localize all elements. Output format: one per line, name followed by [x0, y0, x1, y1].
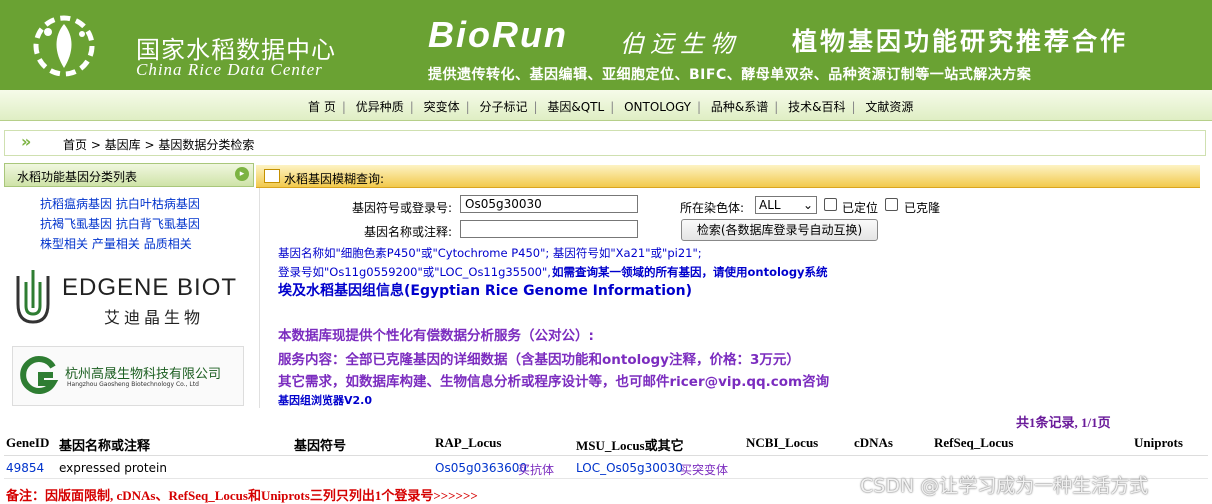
double-chevron-right-icon: » [21, 132, 32, 151]
nav-home[interactable]: 首 页 [308, 100, 336, 114]
chevron-down-icon: ⌄ [802, 198, 813, 212]
nav-separator: | [533, 100, 538, 114]
nav-mutant[interactable]: 突变体 [424, 100, 460, 114]
col-geneid[interactable]: GeneID [6, 435, 49, 451]
col-symbol[interactable]: 基因符号 [294, 435, 346, 454]
gaosheng-logo-icon [20, 356, 59, 394]
row-name: expressed protein [59, 461, 167, 475]
ad-subtitle[interactable]: 提供遗传转化、基因编辑、亚细胞定位、BIFC、酵母单双杂、品种资源订制等一站式解… [428, 64, 1031, 84]
symbol-label: 基因符号或登录号: [352, 201, 453, 215]
breadcrumb: » 首页 > 基因库 > 基因数据分类检索 [4, 130, 1206, 156]
biorun-brand[interactable]: BioRun [428, 14, 568, 56]
nav-separator: | [465, 100, 470, 114]
logo-title-en: China Rice Data Center [136, 60, 323, 79]
sidebar-link-quality[interactable]: 品质相关 [144, 237, 192, 251]
col-refseq[interactable]: RefSeq_Locus [934, 435, 1013, 451]
name-label: 基因名称或注释: [364, 225, 453, 239]
nav-tech[interactable]: 技术&百科 [788, 100, 845, 114]
nav-ontology[interactable]: ONTOLOGY [624, 100, 691, 114]
col-rap[interactable]: RAP_Locus [435, 435, 501, 451]
nav-literature[interactable]: 文献资源 [865, 100, 913, 114]
genome-browser-link[interactable]: 基因组浏览器V2.0 [278, 392, 372, 408]
hint-name: 基因名称如"细胞色素P450"或"Cytochrome P450"; 基因符号如… [278, 246, 702, 260]
nav-marker[interactable]: 分子标记 [479, 100, 527, 114]
sidebar-link-blight[interactable]: 抗白叶枯病基因 [116, 197, 200, 211]
gene-symbol-input[interactable]: Os05g30030 [460, 195, 638, 213]
ad-title[interactable]: 植物基因功能研究推荐合作 [792, 22, 1128, 58]
sidebar-link-yield[interactable]: 产量相关 [92, 237, 140, 251]
nav-separator: | [774, 100, 779, 114]
service-intro: 本数据库现提供个性化有偿数据分析服务（公对公）: [278, 328, 594, 344]
located-checkbox[interactable] [824, 198, 837, 211]
edgene-name-en: EDGENE BIOT [62, 274, 238, 301]
service-content: 服务内容：全部已克隆基因的详细数据（含基因功能和ontology注释，价格：3万… [278, 352, 800, 368]
col-uniprots[interactable]: Uniprots [1134, 435, 1183, 451]
hint-accession: 登录号如"Os11g0559200"或"LOC_Os11g35500", [278, 265, 551, 279]
sidebar-link-bph[interactable]: 抗褐飞虱基因 [40, 217, 112, 231]
gene-name-input[interactable] [460, 220, 638, 238]
rice-center-logo[interactable]: 国家水稻数据中心 China Rice Data Center [20, 6, 350, 86]
query-title: 水稻基因模糊查询: [284, 172, 385, 186]
col-ncbi[interactable]: NCBI_Locus [746, 435, 818, 451]
cloned-label: 已克隆 [904, 201, 941, 215]
row-rap-link[interactable]: Os05g0363600 [435, 461, 527, 475]
breadcrumb-text[interactable]: 首页 > 基因库 > 基因数据分类检索 [63, 136, 254, 153]
col-cdnas[interactable]: cDNAs [854, 435, 893, 451]
collapse-icon[interactable]: ▸ [235, 167, 249, 181]
col-name[interactable]: 基因名称或注释 [59, 435, 150, 454]
nav-separator: | [341, 100, 346, 114]
nav-gene-qtl[interactable]: 基因&QTL [547, 100, 604, 114]
sidebar-link-blast[interactable]: 抗稻瘟病基因 [40, 197, 112, 211]
gaosheng-name-cn: 杭州高晟生物科技有限公司 [65, 367, 222, 382]
gaosheng-ad[interactable]: 杭州高晟生物科技有限公司 Hangzhou Gaosheng Biotechno… [12, 346, 244, 406]
chromosome-select-value: ALL [759, 198, 781, 212]
buy-mutant-link[interactable]: 买突变体 [680, 461, 728, 478]
biorun-brand-cn[interactable]: 伯远生物 [620, 24, 740, 59]
egypt-genome-link[interactable]: 埃及水稻基因组信息(Egyptian Rice Genome Informati… [278, 280, 692, 300]
sidebar-title: 水稻功能基因分类列表 [17, 170, 138, 184]
query-header: 水稻基因模糊查询: [256, 165, 1200, 188]
cloned-checkbox[interactable] [885, 198, 898, 211]
nav-items: 首 页 | 优异种质 | 突变体 | 分子标记 | 基因&QTL | ONTOLOGY | … [308, 98, 913, 115]
nav-germplasm[interactable]: 优异种质 [356, 100, 404, 114]
chromosome-select[interactable]: ALL ⌄ [755, 196, 817, 214]
sidebar-link-wbph[interactable]: 抗白背飞虱基因 [116, 217, 200, 231]
search-button[interactable]: 检索(各数据库登录号自动互换) [681, 219, 878, 241]
col-msu[interactable]: MSU_Locus或其它 [576, 435, 684, 454]
folder-icon [264, 169, 280, 183]
nav-variety[interactable]: 品种&系谱 [711, 100, 768, 114]
nav-separator: | [697, 100, 702, 114]
edgene-ad[interactable]: EDGENE BIOT 艾迪晶生物 [10, 266, 250, 332]
located-label: 已定位 [842, 201, 879, 215]
nav-separator: | [610, 100, 615, 114]
row-geneid-link[interactable]: 49854 [6, 461, 44, 475]
table-note: 备注：因版面限制, cDNAs、RefSeq_Locus和Uniprots三列只… [6, 488, 478, 503]
nav-separator: | [409, 100, 414, 114]
nav-separator: | [851, 100, 856, 114]
edgene-name-cn: 艾迪晶生物 [104, 308, 205, 327]
row-msu-link[interactable]: LOC_Os05g30030 [576, 461, 683, 475]
main-nav: 首 页 | 优异种质 | 突变体 | 分子标记 | 基因&QTL | ONTOLOGY | … [0, 90, 1212, 121]
sidebar-header: 水稻功能基因分类列表 ▸ [4, 163, 254, 187]
buy-antibody-link[interactable]: 买抗体 [518, 461, 554, 478]
rice-logo-icon [33, 15, 95, 77]
ontology-link[interactable]: 如需查询某一领域的所有基因，请使用ontology系统 [552, 264, 828, 280]
header-banner: 国家水稻数据中心 China Rice Data Center BioRun 伯… [0, 0, 1212, 90]
edgene-logo-icon [16, 270, 50, 324]
panel-divider [259, 188, 260, 408]
gaosheng-name-en: Hangzhou Gaosheng Biotechnology Co., Ltd [67, 381, 199, 388]
chromosome-label: 所在染色体: [680, 201, 745, 215]
sidebar-link-architecture[interactable]: 株型相关 [40, 237, 88, 251]
sidebar-links: 抗稻瘟病基因 抗白叶枯病基因 抗褐飞虱基因 抗白背飞虱基因 株型相关 产量相关 … [40, 194, 200, 254]
service-contact[interactable]: 其它需求，如数据库构建、生物信息分析或程序设计等，也可邮件ricer@vip.q… [278, 370, 829, 390]
header-divider [4, 455, 1208, 456]
record-count: 共1条记录, 1/1页 [1016, 415, 1111, 430]
watermark: CSDN @让学习成为一种生活方式 [860, 475, 1149, 497]
